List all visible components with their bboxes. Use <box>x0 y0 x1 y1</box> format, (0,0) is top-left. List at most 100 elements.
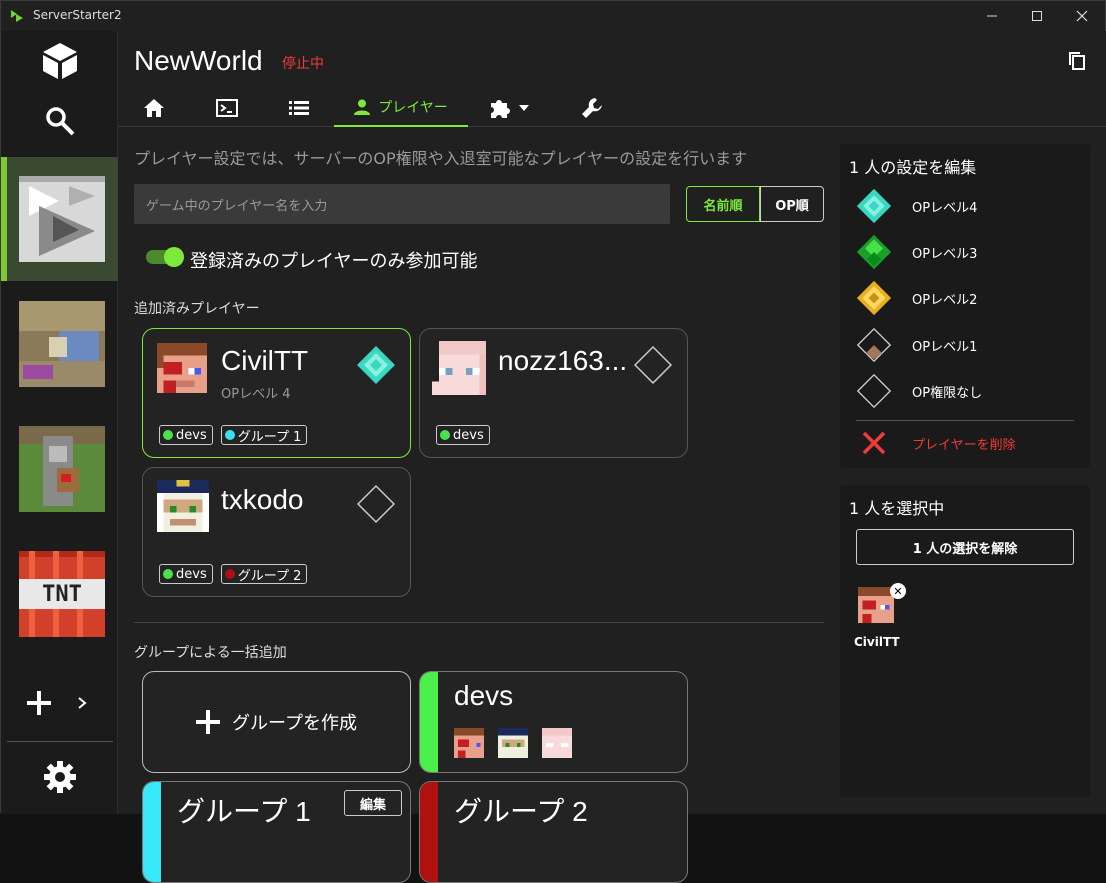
rail-divider <box>7 741 113 742</box>
player-card-civiltt[interactable]: CivilTT OPレベル 4 devs グループ 1 <box>142 328 411 458</box>
players-section-title: 追加済みプレイヤー <box>134 301 260 317</box>
home-icon <box>144 99 164 117</box>
op-level-1-label: OPレベル1 <box>912 339 978 355</box>
tab-home[interactable] <box>136 89 172 127</box>
sort-by-op-button[interactable]: OP順 <box>760 186 824 222</box>
deselect-all-button[interactable]: 1 人の選択を解除 <box>856 529 1074 565</box>
edit-group-button[interactable]: 編集 <box>344 790 402 816</box>
chevron-right-icon[interactable] <box>77 696 87 710</box>
maximize-button[interactable] <box>1014 1 1060 31</box>
op-none-icon[interactable] <box>633 345 673 385</box>
section-divider <box>134 622 824 623</box>
home-cube-button[interactable] <box>1 33 118 89</box>
player-avatar <box>157 343 207 393</box>
tab-list[interactable] <box>278 89 320 127</box>
player-card-txkodo[interactable]: txkodo devs グループ 2 <box>142 467 411 597</box>
op-none-icon[interactable] <box>356 484 396 524</box>
group-color-stripe <box>143 782 161 882</box>
player-op-level: OPレベル 4 <box>221 387 291 402</box>
svg-text:TNT: TNT <box>42 582 82 607</box>
op-none-label: OP権限なし <box>912 385 983 401</box>
group-card-devs[interactable]: devs <box>419 671 688 773</box>
close-button[interactable] <box>1059 1 1105 31</box>
op-level-1-icon <box>856 327 892 363</box>
window-title: ServerStarter2 <box>33 8 122 22</box>
player-tags: devs グループ 1 <box>159 425 308 445</box>
person-icon <box>354 99 371 115</box>
players-content: プレイヤー設定では、サーバーのOP権限や入退室可能なプレイヤーの設定を行います … <box>118 127 838 883</box>
search-button[interactable] <box>1 93 118 149</box>
delete-player-button[interactable]: プレイヤーを削除 <box>856 423 1076 463</box>
player-name: nozz163... <box>498 345 628 376</box>
group-members <box>454 728 572 758</box>
selected-player-chip[interactable]: ✕ CivilTT <box>854 583 914 649</box>
server-sidebar: TNT <box>1 31 118 814</box>
add-server-button[interactable] <box>1 675 118 731</box>
list-icon <box>289 101 309 115</box>
op-level-2-icon <box>856 280 892 316</box>
op-none-icon <box>856 373 892 409</box>
set-op-none[interactable]: OP権限なし <box>856 371 1076 411</box>
op-level-4-icon[interactable] <box>356 345 396 385</box>
player-search-input[interactable]: ゲーム中のプレイヤー名を入力 <box>134 184 670 224</box>
player-avatar <box>858 587 894 623</box>
toggle-knob <box>164 247 184 267</box>
delete-player-label: プレイヤーを削除 <box>912 437 1016 453</box>
title-bar: ServerStarter2 <box>1 1 1105 31</box>
group-name: グループ 1 <box>177 796 311 827</box>
plus-icon <box>27 691 51 715</box>
member-avatar <box>498 728 528 758</box>
tab-players[interactable]: プレイヤー <box>334 89 468 127</box>
sort-by-name-button[interactable]: 名前順 <box>686 186 760 222</box>
player-card-nozz163[interactable]: nozz163... devs <box>419 328 688 458</box>
player-name: CivilTT <box>221 345 309 376</box>
settings-button[interactable] <box>1 749 118 805</box>
player-tags: devs <box>436 425 490 445</box>
gear-icon <box>43 761 76 793</box>
server-icon-newworld[interactable] <box>19 176 105 262</box>
minimize-button[interactable] <box>969 1 1015 31</box>
set-op-level-2[interactable]: OPレベル2 <box>856 278 1076 318</box>
world-name: NewWorld <box>134 45 263 76</box>
server-icon-village[interactable] <box>19 426 105 512</box>
tag-devs: devs <box>159 564 213 584</box>
player-avatar <box>432 341 486 395</box>
page-description: プレイヤー設定では、サーバーのOP権限や入退室可能なプレイヤーの設定を行います <box>134 149 748 168</box>
remove-selection-icon[interactable]: ✕ <box>890 583 906 599</box>
op-level-3-label: OPレベル3 <box>912 246 978 262</box>
player-avatar <box>157 480 209 532</box>
main-panel: NewWorld 停止中 プレイヤー プレイヤー設定では、サーバーのOP権限や入… <box>118 31 1106 883</box>
tag-devs: devs <box>436 425 490 445</box>
whitelist-label: 登録済みのプレイヤーのみ参加可能 <box>190 251 478 272</box>
group-card-group1[interactable]: グループ 1 編集 <box>142 781 411 883</box>
tab-bar: プレイヤー <box>118 89 1106 127</box>
create-group-button[interactable]: グループを作成 <box>142 671 411 773</box>
group-color-stripe <box>420 782 438 882</box>
copy-icon[interactable] <box>1068 51 1086 71</box>
selection-panel-title: 1 人を選択中 <box>849 499 945 518</box>
server-icon-bedroom[interactable] <box>19 301 105 387</box>
selection-bar <box>1 157 7 281</box>
server-icon-tnt[interactable]: TNT <box>19 551 105 637</box>
app-logo-icon <box>11 10 23 22</box>
op-level-3-icon <box>856 234 892 270</box>
tab-plugins[interactable] <box>480 89 538 127</box>
set-op-level-3[interactable]: OPレベル3 <box>856 232 1076 272</box>
tab-settings[interactable] <box>570 89 614 127</box>
tag-group2: グループ 2 <box>220 564 308 584</box>
wrench-icon <box>582 98 602 118</box>
whitelist-toggle[interactable] <box>146 247 184 267</box>
set-op-level-4[interactable]: OPレベル4 <box>856 186 1076 226</box>
edit-players-panel: 1 人の設定を編集 OPレベル4 OPレベル3 OPレベル2 OPレベル1 OP… <box>840 144 1090 468</box>
caret-down-icon <box>519 105 529 111</box>
group-card-group2[interactable]: グループ 2 <box>419 781 688 883</box>
set-op-level-1[interactable]: OPレベル1 <box>856 325 1076 365</box>
status-badge: 停止中 <box>282 56 324 72</box>
close-icon <box>862 431 886 455</box>
plus-icon <box>196 710 221 734</box>
tag-group1: グループ 1 <box>220 425 308 445</box>
op-level-4-icon <box>856 188 892 224</box>
op-level-4-label: OPレベル4 <box>912 200 978 216</box>
tab-console[interactable] <box>206 89 248 127</box>
selection-panel: 1 人を選択中 1 人の選択を解除 ✕ CivilTT <box>840 485 1090 797</box>
